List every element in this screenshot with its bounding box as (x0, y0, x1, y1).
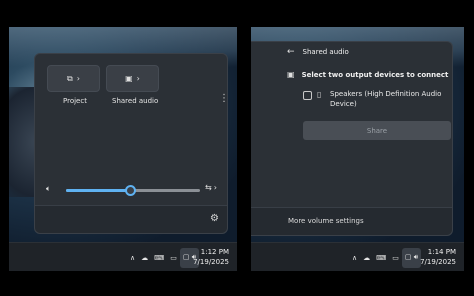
system-tray: ∧ ☁ ⌨ ▭ ▢ 🔊︎ (349, 243, 422, 271)
project-icon: ⧉ (67, 73, 73, 83)
device-checkbox[interactable] (303, 91, 312, 100)
flyout-footer: More volume settings (251, 207, 452, 235)
cloud-icon[interactable]: ☁ (360, 248, 373, 268)
settings-gear-icon[interactable]: ⚙ (210, 213, 219, 224)
instruction-text: Select two output devices to connect (301, 70, 449, 79)
keyboard-icon[interactable]: ⌨ (151, 248, 167, 268)
system-tray: ∧ ☁ ⌨ ▭ ▢ 🔊︎ (127, 243, 200, 271)
show-hidden-icons-chevron[interactable]: ∧ (349, 248, 360, 268)
flyout-title: Shared audio (302, 48, 349, 56)
more-options-icon[interactable]: ⋮ (219, 94, 229, 104)
speaker-device-icon: ▯ (317, 90, 322, 99)
cloud-icon[interactable]: ☁ (138, 248, 151, 268)
flyout-header: ← Shared audio (287, 47, 349, 57)
volume-slider-fill (66, 189, 131, 192)
taskbar: ∧ ☁ ⌨ ▭ ▢ 🔊︎ 1:12 PM 7/19/2025 (9, 242, 237, 271)
device-label-line2: Device) (330, 100, 357, 108)
clock-time: 1:14 PM (427, 248, 456, 256)
back-arrow-icon[interactable]: ← (287, 47, 295, 57)
volume-slider[interactable] (66, 185, 200, 196)
volume-slider-thumb[interactable] (125, 185, 137, 196)
device-label-line1: Speakers (High Definition Audio (330, 90, 442, 98)
chevron-right-icon: › (136, 73, 140, 83)
display-audio-group-button[interactable]: ▢ 🔊︎ (401, 247, 422, 268)
device-label: Speakers (High Definition Audio Device) (330, 89, 441, 109)
select-output-button[interactable]: ⇆ › (205, 184, 217, 192)
clock-time: 1:12 PM (200, 248, 229, 256)
chevron-right-icon: › (213, 183, 217, 192)
shared-audio-icon: ▣ (287, 70, 295, 79)
share-button[interactable]: Share (303, 121, 451, 140)
flyout-footer: ⚙ (35, 205, 227, 233)
more-volume-settings-link[interactable]: More volume settings (288, 217, 364, 225)
taskbar-clock[interactable]: 1:12 PM 7/19/2025 (193, 247, 229, 267)
shared-audio-icon: ▣ (125, 73, 133, 83)
network-icon[interactable]: ▭ (389, 248, 402, 268)
volume-icon[interactable]: 🔈︎ (46, 184, 51, 194)
show-hidden-icons-chevron[interactable]: ∧ (127, 248, 138, 268)
shared-audio-tile-label: Shared audio (112, 97, 159, 105)
instruction-row: ▣ Select two output devices to connect (287, 70, 448, 79)
taskbar-clock[interactable]: 1:14 PM 7/19/2025 (420, 247, 456, 267)
quick-settings-flyout: ⧉ › Project ▣ › Shared audio ⋮ 🔈︎ ⇆ › ⚙ (34, 53, 229, 234)
left-screenshot: ⧉ › Project ▣ › Shared audio ⋮ 🔈︎ ⇆ › ⚙ … (9, 27, 237, 271)
output-devices-icon: ⇆ (205, 183, 212, 192)
project-tile[interactable]: ⧉ › (47, 65, 100, 92)
shared-audio-tile[interactable]: ▣ › (106, 65, 159, 92)
clock-date: 7/19/2025 (420, 258, 456, 266)
chevron-right-icon: › (76, 73, 80, 83)
project-tile-label: Project (63, 97, 87, 105)
clock-date: 7/19/2025 (193, 258, 229, 266)
shared-audio-flyout: ← Shared audio ▣ Select two output devic… (251, 41, 453, 236)
right-screenshot: ← Shared audio ▣ Select two output devic… (251, 27, 464, 271)
network-icon[interactable]: ▭ (167, 248, 180, 268)
taskbar: ∧ ☁ ⌨ ▭ ▢ 🔊︎ 1:14 PM 7/19/2025 (251, 242, 464, 271)
keyboard-icon[interactable]: ⌨ (373, 248, 389, 268)
